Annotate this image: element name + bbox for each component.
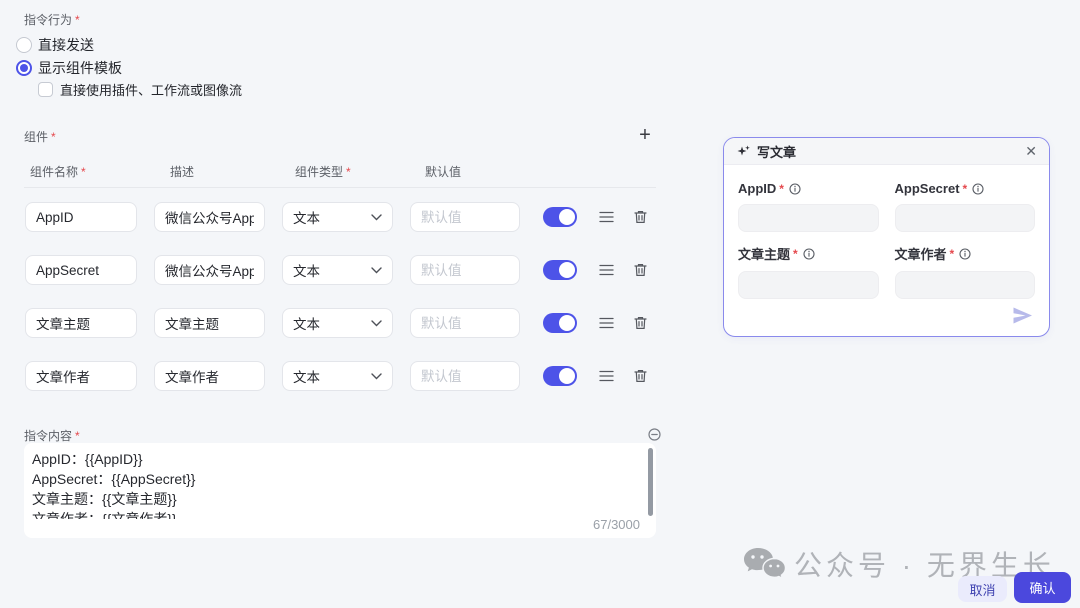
- preview-card-header: 写文章 ✕: [724, 138, 1049, 165]
- drag-handle-icon[interactable]: [599, 211, 614, 223]
- drag-handle-icon[interactable]: [599, 370, 614, 382]
- instruction-content-box: AppID：{{AppID}} AppSecret：{{AppSecret}} …: [24, 443, 656, 538]
- component-preview-card: 写文章 ✕ AppID * AppSecret * 文章主题 * 文章作者 *: [723, 137, 1050, 337]
- component-name-input[interactable]: [25, 202, 137, 232]
- info-icon[interactable]: [789, 182, 801, 195]
- component-default-input[interactable]: [410, 361, 520, 391]
- chevron-down-icon: [371, 372, 382, 379]
- collapse-icon[interactable]: [648, 428, 661, 441]
- cancel-button[interactable]: 取消: [958, 576, 1007, 602]
- component-row: 文本: [25, 255, 665, 285]
- delete-row-icon[interactable]: [634, 210, 647, 224]
- column-header-type: 组件类型 *: [295, 165, 351, 179]
- component-default-input[interactable]: [410, 255, 520, 285]
- info-icon[interactable]: [959, 247, 971, 260]
- close-icon[interactable]: ✕: [1025, 144, 1037, 158]
- preview-card-title: 写文章: [757, 144, 797, 160]
- delete-row-icon[interactable]: [634, 263, 647, 277]
- component-desc-input[interactable]: [154, 361, 265, 391]
- chevron-down-icon: [371, 213, 382, 220]
- component-enabled-toggle[interactable]: [543, 207, 577, 227]
- column-header-desc: 描述: [170, 165, 195, 179]
- radio-option-show-component-template[interactable]: 显示组件模板: [16, 58, 122, 78]
- preview-appsecret-input[interactable]: [894, 204, 1035, 232]
- preview-field-label: 文章主题 *: [738, 244, 879, 263]
- confirm-button[interactable]: 确认: [1014, 572, 1071, 603]
- chevron-down-icon: [371, 319, 382, 326]
- behavior-section-label: 指令行为 *: [24, 13, 80, 27]
- column-header-name: 组件名称 *: [30, 165, 86, 179]
- textarea-scrollbar[interactable]: [648, 448, 653, 516]
- add-component-button[interactable]: +: [634, 124, 656, 146]
- required-mark: *: [75, 13, 80, 27]
- table-divider: [24, 187, 656, 188]
- component-enabled-toggle[interactable]: [543, 366, 577, 386]
- preview-field-label: AppSecret *: [895, 181, 1036, 196]
- instruction-content-textarea[interactable]: AppID：{{AppID}} AppSecret：{{AppSecret}} …: [24, 443, 646, 519]
- component-desc-input[interactable]: [154, 308, 265, 338]
- info-icon[interactable]: [803, 247, 815, 260]
- watermark: 公众号 · 无界生长: [742, 544, 1055, 584]
- radio-option-label: 直接发送: [38, 37, 94, 53]
- wechat-icon: [744, 548, 786, 580]
- component-desc-input[interactable]: [154, 255, 265, 285]
- radio-option-label: 显示组件模板: [38, 60, 122, 76]
- radio-icon-selected[interactable]: [16, 60, 32, 76]
- checkbox-label: 直接使用插件、工作流或图像流: [60, 82, 243, 98]
- content-section-label: 指令内容 *: [24, 429, 80, 443]
- delete-row-icon[interactable]: [634, 316, 647, 330]
- component-type-select[interactable]: 文本: [282, 202, 393, 232]
- preview-author-input[interactable]: [894, 271, 1035, 299]
- component-type-select[interactable]: 文本: [282, 255, 393, 285]
- chevron-down-icon: [371, 266, 382, 273]
- char-counter: 67/3000: [593, 517, 640, 532]
- radio-option-direct-send[interactable]: 直接发送: [16, 35, 94, 55]
- component-row: 文本: [25, 308, 665, 338]
- drag-handle-icon[interactable]: [599, 317, 614, 329]
- instruction-config-panel: 指令行为 * 直接发送 显示组件模板 直接使用插件、工作流或图像流 组件 * + 组…: [0, 0, 1080, 608]
- component-name-input[interactable]: [25, 361, 137, 391]
- checkbox-icon[interactable]: [38, 81, 53, 97]
- component-type-select[interactable]: 文本: [282, 361, 393, 391]
- component-row: 文本: [25, 202, 665, 232]
- sparkle-icon: [737, 145, 750, 155]
- component-name-input[interactable]: [25, 308, 137, 338]
- component-desc-input[interactable]: [154, 202, 265, 232]
- component-default-input[interactable]: [410, 202, 520, 232]
- preview-field-label: 文章作者 *: [895, 244, 1036, 263]
- column-header-default: 默认值: [425, 165, 462, 179]
- component-type-select[interactable]: 文本: [282, 308, 393, 338]
- preview-field-label: AppID *: [738, 181, 879, 196]
- info-icon[interactable]: [972, 182, 984, 195]
- component-enabled-toggle[interactable]: [543, 260, 577, 280]
- preview-topic-input[interactable]: [738, 271, 879, 299]
- required-mark: *: [75, 429, 80, 443]
- delete-row-icon[interactable]: [634, 369, 647, 383]
- checkbox-use-plugin-workflow[interactable]: 直接使用插件、工作流或图像流: [38, 80, 242, 98]
- required-mark: *: [51, 130, 56, 144]
- preview-card-body: AppID * AppSecret * 文章主题 * 文章作者 *: [724, 165, 1049, 299]
- component-name-input[interactable]: [25, 255, 137, 285]
- drag-handle-icon[interactable]: [599, 264, 614, 276]
- preview-appid-input[interactable]: [738, 204, 879, 232]
- radio-icon[interactable]: [16, 37, 32, 53]
- component-default-input[interactable]: [410, 308, 520, 338]
- components-section-label: 组件 *: [24, 130, 56, 144]
- component-enabled-toggle[interactable]: [543, 313, 577, 333]
- send-icon[interactable]: [1012, 306, 1033, 325]
- component-row: 文本: [25, 361, 665, 391]
